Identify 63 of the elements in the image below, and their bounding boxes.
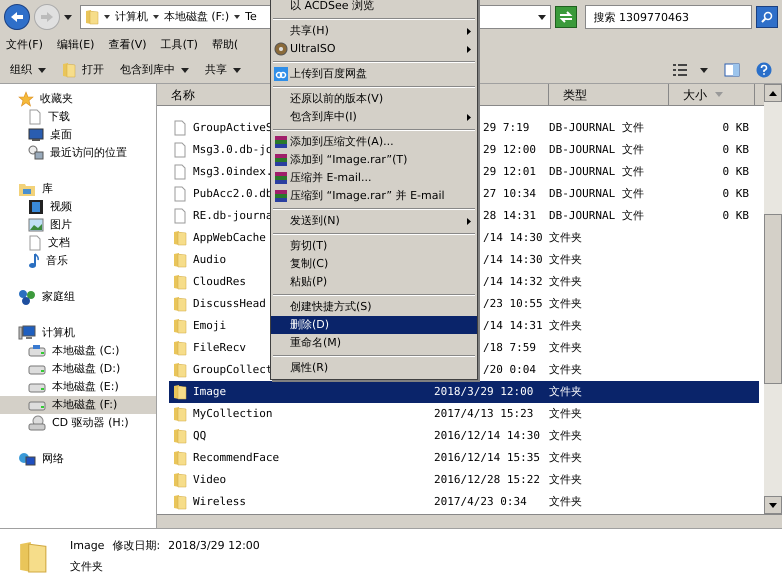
file-name: PubAcc2.0.db [193,186,272,202]
date-modified: 29 12:01 [483,164,536,178]
file-type: 文件夹 [549,406,582,420]
file-type: 文件夹 [549,340,582,354]
file-name: Audio [193,252,226,268]
file-name: Image [193,384,226,400]
file-type: 文件夹 [549,318,582,332]
file-type: DB-JOURNAL 文件 [549,208,644,222]
file-type: 文件夹 [549,362,582,376]
file-size: 0 KB [722,186,749,202]
file-type: 文件夹 [549,252,582,266]
file-name: Emoji [193,318,226,334]
details-modified-label: 修改日期: [112,538,160,554]
file-type: 文件夹 [549,450,582,464]
file-name: RecommendFace [193,450,280,466]
file-name: MyCollection [193,406,272,422]
file-type: 文件夹 [549,230,582,244]
file-name: Video [193,472,226,488]
file-name: GroupActiveS [193,120,272,136]
file-size: 0 KB [722,164,749,180]
file-name: Wireless [193,494,246,510]
date-modified: 2018/3/29 12:00 [434,384,534,398]
date-modified: /23 10:55 [483,296,543,310]
date-modified: 29 7:19 [483,120,530,134]
details-file-type: 文件夹 [70,558,104,574]
date-modified: /14 14:30 [483,252,543,266]
file-name: DiscussHead [193,296,266,312]
file-type: 文件夹 [549,472,582,486]
file-size: 0 KB [722,208,749,224]
file-name: QQ [193,428,206,444]
date-modified: /14 14:32 [483,274,543,288]
file-type: DB-JOURNAL 文件 [549,142,644,156]
date-modified: 2016/12/14 15:35 [434,450,540,464]
date-modified: /14 14:30 [483,230,543,244]
file-size: 0 KB [722,120,749,136]
date-modified: /14 14:31 [483,318,543,332]
date-modified: 2016/12/14 14:30 [434,428,540,442]
file-type: DB-JOURNAL 文件 [549,164,644,178]
file-type: 文件夹 [549,384,582,398]
file-type: 文件夹 [549,494,582,508]
file-name: FileRecv [193,340,246,356]
file-type: 文件夹 [549,296,582,310]
file-name: Msg3.0.db-jo [193,142,272,158]
file-type: DB-JOURNAL 文件 [549,186,644,200]
date-modified: 2017/4/23 0:34 [434,494,527,508]
file-name: CloudRes [193,274,246,290]
file-size: 0 KB [722,142,749,158]
file-type: 文件夹 [549,428,582,442]
date-modified: /18 7:59 [483,340,536,354]
date-modified: 2016/12/28 15:22 [434,472,540,486]
file-name: RE.db-journa [193,208,272,224]
date-modified: 2017/4/13 15:23 [434,406,534,420]
details-file-name: Image [70,538,104,554]
file-name: AppWebCache [193,230,266,246]
date-modified: 29 12:00 [483,142,536,156]
date-modified: 28 14:31 [483,208,536,222]
file-name: Msg3.0index. [193,164,272,180]
details-modified-date: 2018/3/29 12:00 [168,538,260,554]
file-name: GroupCollect [193,362,272,378]
file-type: DB-JOURNAL 文件 [549,120,644,134]
date-modified: 27 10:34 [483,186,536,200]
file-type: 文件夹 [549,274,582,288]
date-modified: /20 0:04 [483,362,536,376]
